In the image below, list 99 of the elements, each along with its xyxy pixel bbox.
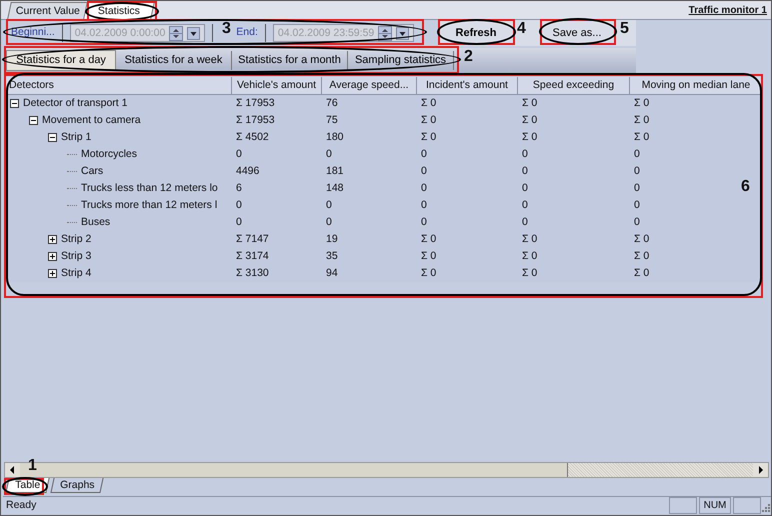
- column-header[interactable]: Average speed...: [322, 77, 417, 94]
- table-cell: 35: [326, 250, 338, 262]
- tree-item-label[interactable]: Trucks less than 12 meters lo: [81, 180, 218, 196]
- column-header[interactable]: Vehicle's amount: [232, 77, 322, 94]
- table-cell: Σ 0: [522, 250, 538, 262]
- table-cell: 0: [421, 148, 427, 160]
- table-cell: 6: [236, 182, 242, 194]
- status-indicator: NUM: [699, 497, 731, 514]
- collapse-icon[interactable]: [10, 99, 19, 108]
- save-as-button[interactable]: Save as...: [540, 24, 614, 42]
- table-cell: Σ 0: [421, 130, 436, 143]
- tree-item-label[interactable]: Strip 1: [61, 130, 92, 146]
- table-cell: 0: [522, 182, 528, 194]
- collapse-icon[interactable]: [48, 133, 57, 142]
- table-cell: Σ 0: [634, 114, 650, 126]
- table-cell: 0: [326, 198, 332, 211]
- table-cell: Σ 4502: [236, 130, 269, 143]
- window-tab[interactable]: Current Value: [7, 2, 89, 19]
- table-cell: 0: [326, 216, 332, 228]
- tree-item-label[interactable]: Strip 2: [61, 232, 92, 248]
- table-cell: 0: [634, 164, 640, 177]
- table-cell: Σ 17953: [236, 114, 275, 126]
- column-header[interactable]: Moving on median lane: [630, 77, 763, 94]
- table-cell: Σ 0: [522, 130, 538, 143]
- field-label: End:: [236, 25, 258, 40]
- table-cell: 0: [634, 148, 640, 160]
- field-label: Beginni...: [11, 25, 55, 40]
- period-tab[interactable]: Statistics for a month: [232, 51, 348, 70]
- table-cell: Σ 17953: [236, 96, 275, 109]
- table-cell: 4496: [236, 164, 260, 177]
- tree-item-label[interactable]: Detector of transport 1: [23, 96, 128, 112]
- period-tab[interactable]: Statistics for a day: [6, 50, 116, 71]
- table-cell: 0: [236, 148, 242, 160]
- callout-number: 6: [741, 179, 750, 195]
- period-tab[interactable]: Statistics for a week: [116, 51, 232, 70]
- expand-icon[interactable]: [48, 252, 57, 261]
- expand-icon[interactable]: [48, 269, 57, 278]
- table-cell: 0: [421, 198, 427, 211]
- table-cell: 0: [522, 164, 528, 177]
- tree-item-label[interactable]: Cars: [81, 164, 104, 180]
- window-title: Traffic monitor 1: [688, 4, 767, 18]
- callout-number: 4: [517, 21, 526, 37]
- column-header[interactable]: Incident's amount: [417, 77, 518, 94]
- table-cell: Σ 3174: [236, 250, 269, 262]
- table-cell: 0: [634, 198, 640, 211]
- table-cell: 0: [421, 164, 427, 177]
- period-tab[interactable]: Sampling statistics: [348, 51, 454, 70]
- tree-item-label[interactable]: Strip 4: [61, 266, 92, 282]
- table-cell: Σ 0: [421, 266, 436, 279]
- expand-icon[interactable]: [48, 235, 57, 244]
- table-cell: 76: [326, 96, 338, 109]
- column-header[interactable]: Speed exceeding: [518, 77, 630, 94]
- table-cell: Σ 0: [421, 114, 436, 126]
- table-cell: 75: [326, 114, 338, 126]
- resize-grip-icon[interactable]: [761, 503, 771, 513]
- table-cell: Σ 7147: [236, 232, 269, 245]
- table-cell: 0: [522, 148, 528, 160]
- table-cell: Σ 0: [522, 96, 538, 109]
- table-cell: Σ 0: [634, 250, 650, 262]
- table-cell: 0: [326, 148, 332, 160]
- refresh-button[interactable]: Refresh: [438, 24, 514, 42]
- highlight-ellipse: [2, 477, 48, 496]
- callout-number: 1: [28, 458, 37, 474]
- column-header[interactable]: Detectors: [4, 77, 232, 94]
- tree-item-label[interactable]: Motorcycles: [81, 146, 138, 162]
- callout-number: 3: [222, 21, 231, 37]
- table-cell: Σ 0: [421, 232, 436, 245]
- callout-number: 5: [620, 21, 629, 37]
- tree-item-label[interactable]: Strip 3: [61, 248, 92, 264]
- table-cell: 148: [326, 182, 344, 194]
- table-cell: Σ 0: [634, 232, 650, 245]
- table-cell: 0: [421, 182, 427, 194]
- callout-number: 2: [464, 49, 473, 65]
- table-cell: Σ 0: [634, 266, 650, 279]
- table-cell: 0: [634, 216, 640, 228]
- status-text: Ready: [5, 498, 38, 513]
- table-cell: 180: [326, 130, 344, 143]
- table-cell: 94: [326, 266, 338, 279]
- table-cell: Σ 3130: [236, 266, 269, 279]
- table-cell: 0: [522, 198, 528, 211]
- table-cell: Σ 0: [522, 114, 538, 126]
- table-cell: Σ 0: [634, 96, 650, 109]
- view-tab[interactable]: Graphs: [50, 478, 104, 493]
- table-cell: 181: [326, 164, 344, 177]
- table-cell: 0: [634, 182, 640, 194]
- table-cell: 0: [421, 216, 427, 228]
- table-cell: 19: [326, 232, 338, 245]
- table-cell: Σ 0: [522, 266, 538, 279]
- collapse-icon[interactable]: [29, 116, 38, 125]
- table-cell: Σ 0: [421, 250, 436, 262]
- table-cell: Σ 0: [421, 96, 436, 109]
- table-cell: 0: [236, 198, 242, 211]
- tree-item-label[interactable]: Trucks more than 12 meters l: [81, 198, 218, 214]
- table-cell: 0: [236, 216, 242, 228]
- table-cell: 0: [522, 216, 528, 228]
- table-cell: Σ 0: [634, 130, 650, 143]
- table-cell: Σ 0: [522, 232, 538, 245]
- tree-item-label[interactable]: Buses: [81, 214, 110, 230]
- tree-item-label[interactable]: Movement to camera: [42, 112, 141, 128]
